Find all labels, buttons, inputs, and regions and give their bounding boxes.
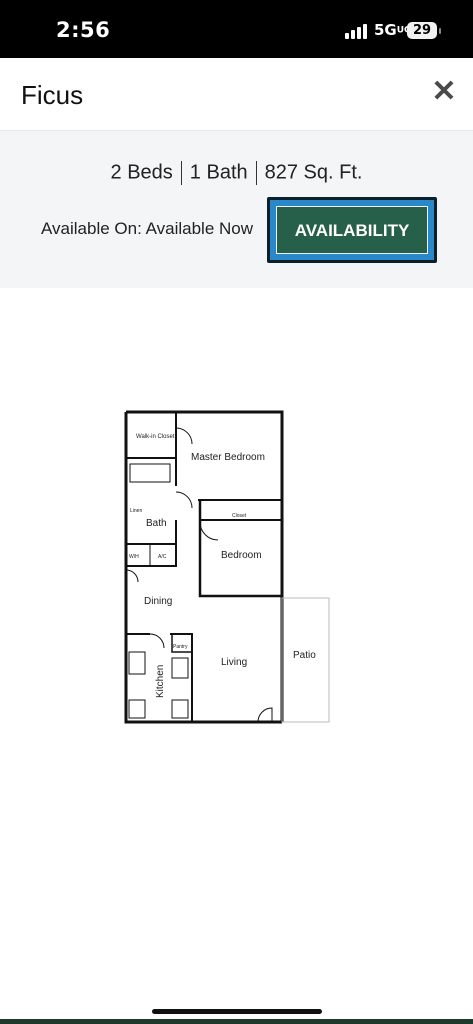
floorplan-image: Walk-in Closet Master Bedroom Linen Clos… — [124, 410, 330, 724]
home-indicator[interactable] — [152, 1009, 322, 1014]
modal-header: Ficus ✕ — [0, 58, 473, 131]
divider — [255, 161, 257, 185]
cellular-signal-icon — [345, 23, 369, 39]
room-label-living: Living — [221, 657, 247, 668]
room-label-kitchen: Kitchen — [155, 665, 166, 698]
room-label-bath: Bath — [146, 518, 167, 529]
room-label-dining: Dining — [144, 596, 172, 607]
modal-title: Ficus — [21, 80, 84, 110]
availability-button[interactable]: AVAILABILITY — [276, 206, 428, 254]
room-label-pantry: Pantry — [173, 644, 188, 650]
availability-button-focus-ring: AVAILABILITY — [267, 197, 437, 263]
unit-specs: 2 Beds 1 Bath 827 Sq. Ft. — [0, 161, 473, 185]
close-icon[interactable]: ✕ — [428, 76, 460, 108]
floorplan-area: Walk-in Closet Master Bedroom Linen Clos… — [0, 288, 473, 1024]
unit-info-panel: 2 Beds 1 Bath 827 Sq. Ft. Available On: Av… — [0, 131, 473, 288]
room-label-closet: Closet — [232, 513, 247, 519]
room-label-walk-in-closet: Walk-in Closet — [136, 434, 175, 440]
room-label-master-bedroom: Master Bedroom — [191, 452, 265, 463]
room-label-patio: Patio — [293, 650, 316, 661]
room-label-wh: W/H — [129, 554, 139, 560]
bath-count: 1 Bath — [189, 161, 248, 184]
room-label-ac: A/C — [158, 554, 167, 560]
status-time: 2:56 — [56, 18, 111, 42]
availability-date: Available On: Available Now — [41, 219, 254, 238]
room-label-linen: Linen — [130, 508, 142, 514]
network-type: 5GUC — [374, 21, 411, 39]
divider — [180, 161, 182, 185]
beds-count: 2 Beds — [110, 161, 173, 184]
status-bar: 2:56 5GUC 29 — [0, 0, 473, 58]
battery-icon: 29 — [407, 22, 441, 39]
square-footage: 827 Sq. Ft. — [264, 161, 363, 184]
room-label-bedroom: Bedroom — [221, 550, 262, 561]
bottom-strip — [0, 1019, 473, 1024]
